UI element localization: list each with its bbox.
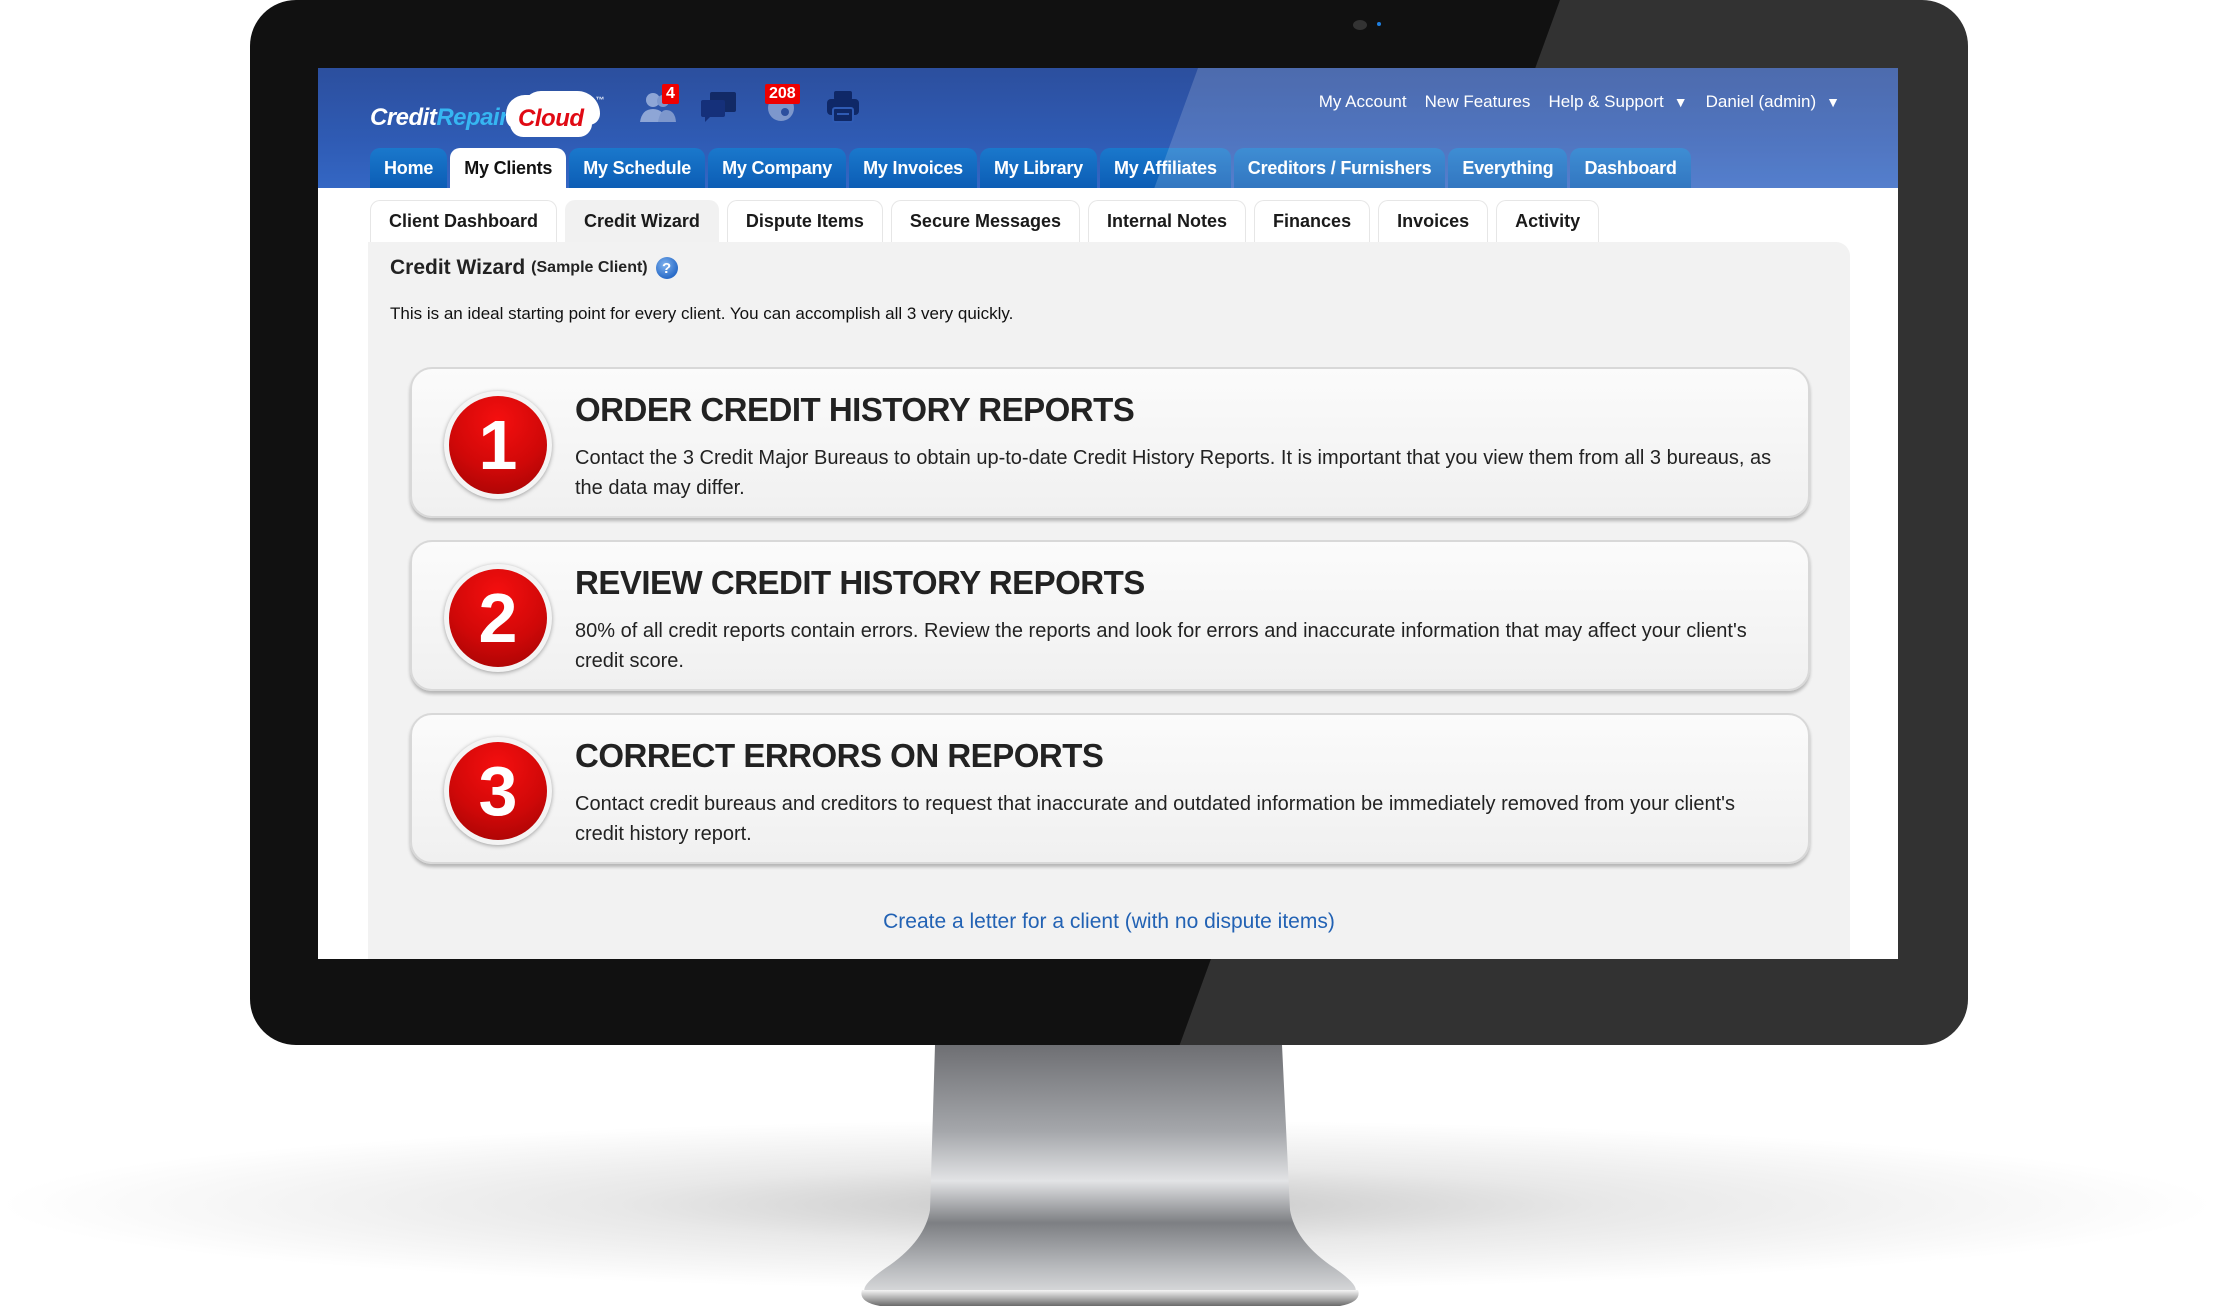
cloud-icon: Cloud [510,99,592,137]
step-text: 80% of all credit reports contain errors… [575,620,1747,672]
tab-my-clients[interactable]: My Clients [450,148,567,188]
page-title: Credit Wizard (Sample Client) ? [390,256,678,280]
step-card-review-reports[interactable]: 2 REVIEW CREDIT HISTORY REPORTS 80% of a… [410,540,1810,691]
app-header: Credit Repair Cloud ™ 4 208 My Account N… [318,68,1898,188]
subtab-internal-notes[interactable]: Internal Notes [1088,200,1247,242]
tab-dashboard[interactable]: Dashboard [1570,148,1691,188]
tab-my-library[interactable]: My Library [979,148,1097,188]
step-number-badge: 3 [444,737,552,845]
subtab-secure-messages[interactable]: Secure Messages [890,200,1081,242]
step-number-badge: 1 [444,391,552,499]
step-number-badge: 2 [444,564,552,672]
step-text: Contact credit bureaus and creditors to … [575,793,1735,845]
client-name: (Sample Client) [531,259,648,276]
app-screen: Credit Repair Cloud ™ 4 208 My Account N… [318,68,1898,959]
help-support-menu[interactable]: Help & Support ▼ [1548,92,1687,112]
app-logo[interactable]: Credit Repair Cloud ™ [370,93,605,143]
chevron-down-icon: ▼ [1673,94,1688,110]
new-features-link[interactable]: New Features [1425,92,1531,112]
camera-led-icon [1377,22,1381,26]
tab-home[interactable]: Home [370,148,448,188]
notifications-icon[interactable]: 208 [763,84,803,124]
credit-wizard-panel: Credit Wizard (Sample Client) ? This is … [368,242,1850,959]
step-card-correct-errors[interactable]: 3 CORRECT ERRORS ON REPORTS Contact cred… [410,713,1810,864]
tab-everything[interactable]: Everything [1448,148,1568,188]
subtab-activity[interactable]: Activity [1496,200,1600,242]
step-text: Contact the 3 Credit Major Bureaus to ob… [575,447,1772,499]
user-menu[interactable]: Daniel (admin) ▼ [1706,92,1840,112]
create-letter-link[interactable]: Create a letter for a client (with no di… [368,910,1850,934]
step-card-order-reports[interactable]: 1 ORDER CREDIT HISTORY REPORTS Contact t… [410,367,1810,518]
step-title: ORDER CREDIT HISTORY REPORTS [575,391,1135,428]
my-account-link[interactable]: My Account [1319,92,1407,112]
clients-icon[interactable]: 4 [638,84,679,124]
tab-my-affiliates[interactable]: My Affiliates [1100,148,1231,188]
monitor-stand [861,1045,1359,1306]
subtab-dispute-items[interactable]: Dispute Items [726,200,883,242]
subtab-client-dashboard[interactable]: Client Dashboard [370,200,558,242]
notifications-badge: 208 [765,84,800,104]
tab-my-invoices[interactable]: My Invoices [849,148,977,188]
tab-creditors-furnishers[interactable]: Creditors / Furnishers [1233,148,1446,188]
client-subnav: Client Dashboard Credit Wizard Dispute I… [370,200,1600,242]
help-icon[interactable]: ? [655,257,678,279]
tab-my-company[interactable]: My Company [708,148,847,188]
clients-badge: 4 [662,84,679,104]
messages-icon[interactable] [698,88,738,124]
subtab-finances[interactable]: Finances [1254,200,1371,242]
page-description: This is an ideal starting point for ever… [390,304,1014,323]
subtab-credit-wizard[interactable]: Credit Wizard [565,200,719,242]
top-links: My Account New Features Help & Support ▼ … [1319,92,1840,112]
subtab-invoices[interactable]: Invoices [1378,200,1489,242]
camera-icon [1353,20,1367,30]
step-title: REVIEW CREDIT HISTORY REPORTS [575,564,1145,601]
tab-my-schedule[interactable]: My Schedule [569,148,706,188]
chevron-down-icon: ▼ [1826,94,1840,110]
step-title: CORRECT ERRORS ON REPORTS [575,737,1104,774]
main-nav: Home My Clients My Schedule My Company M… [370,148,1691,188]
printer-icon[interactable] [823,88,863,124]
